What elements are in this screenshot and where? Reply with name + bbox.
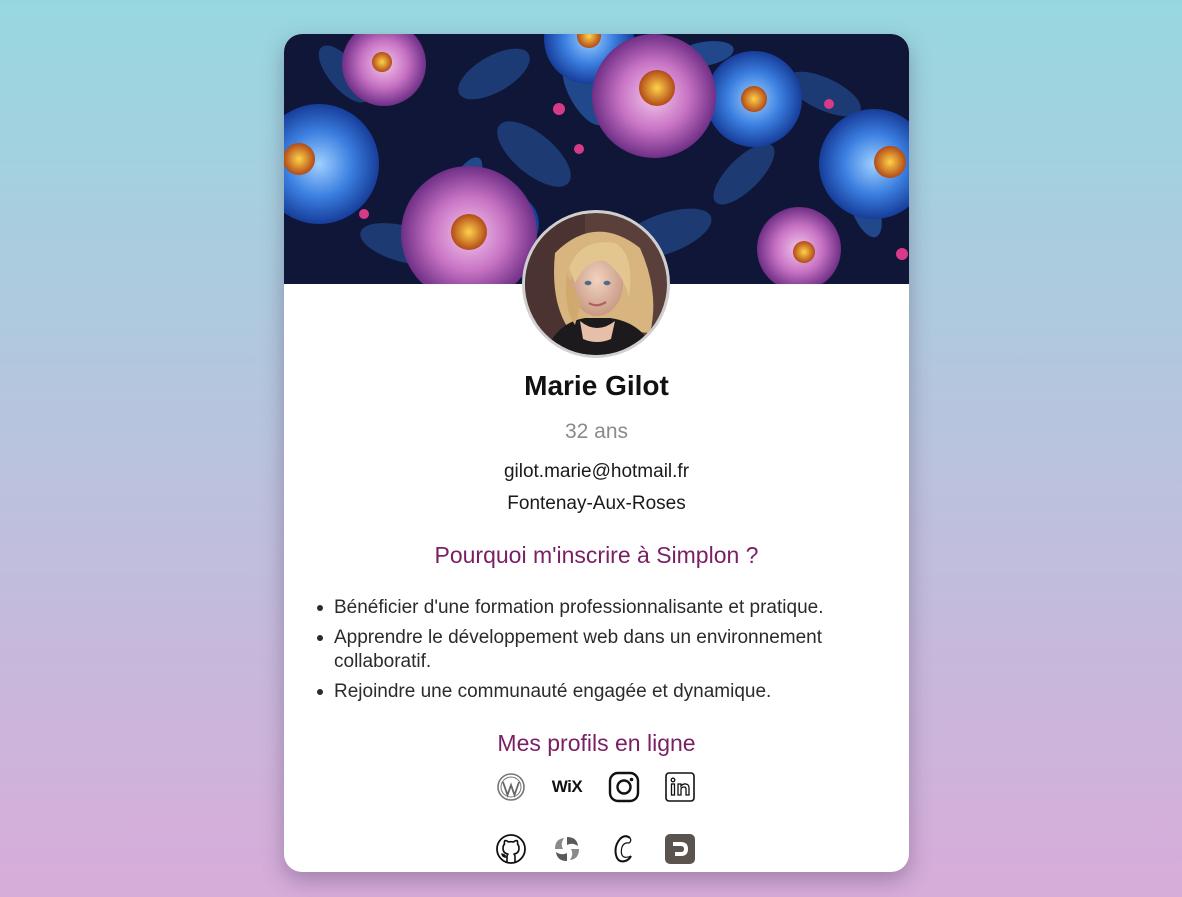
linkedin-icon[interactable] bbox=[663, 770, 697, 804]
social-icons-row-1: WiX bbox=[284, 770, 909, 806]
list-item: Bénéficier d'une formation professionnal… bbox=[317, 596, 874, 620]
profiles-heading: Mes profils en ligne bbox=[497, 730, 696, 756]
dribbble-d-icon[interactable] bbox=[663, 832, 697, 866]
sourcetree-icon[interactable] bbox=[550, 832, 584, 866]
github-icon[interactable] bbox=[494, 832, 528, 866]
wix-icon[interactable]: WiX bbox=[550, 770, 584, 804]
instagram-icon[interactable] bbox=[607, 770, 641, 804]
profile-name: Marie Gilot bbox=[524, 370, 669, 401]
codepen-icon[interactable] bbox=[607, 832, 641, 866]
wix-label: WiX bbox=[551, 777, 583, 796]
wordpress-icon[interactable] bbox=[494, 770, 528, 804]
profile-email: gilot.marie@hotmail.fr bbox=[503, 461, 690, 482]
why-heading: Pourquoi m'inscrire à Simplon ? bbox=[434, 542, 759, 568]
social-icons-row-2 bbox=[284, 832, 909, 868]
profile-card: Marie Gilot 32 ans gilot.marie@hotmail.f… bbox=[284, 34, 909, 872]
profile-age: 32 ans bbox=[564, 420, 629, 443]
list-item: Rejoindre une communauté engagée et dyna… bbox=[317, 680, 874, 704]
profile-city: Fontenay-Aux-Roses bbox=[507, 493, 686, 514]
avatar bbox=[522, 210, 670, 358]
list-item: Apprendre le développement web dans un e… bbox=[317, 626, 874, 674]
reasons-list: Bénéficier d'une formation professionnal… bbox=[317, 596, 874, 710]
